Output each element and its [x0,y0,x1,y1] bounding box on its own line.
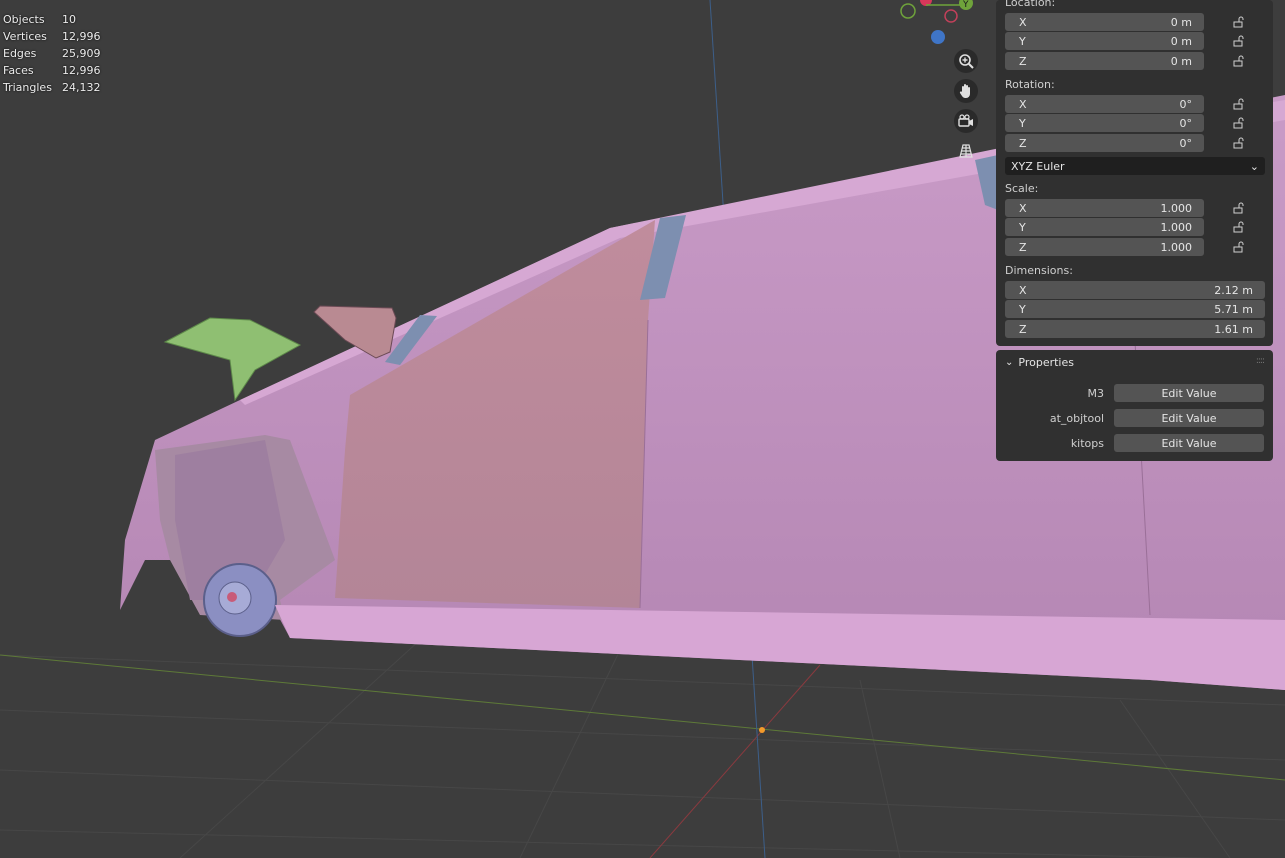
scale-z-field[interactable]: Z 1.000 [1005,238,1204,256]
axis-label: X [1019,97,1027,111]
field-value: 0 m [1170,15,1192,29]
stat-value: 12,996 [62,64,101,77]
property-name: at_objtool [1049,411,1104,425]
properties-header[interactable]: ⌄ Properties [1005,356,1074,369]
axis-label: Y [1019,302,1026,316]
axis-label: Z [1019,136,1027,150]
rotation-mode-value: XYZ Euler [1011,159,1065,173]
field-value: 0° [1179,136,1193,150]
rotation-mode-dropdown[interactable]: XYZ Euler ⌄ [1005,157,1265,175]
dimensions-y-field[interactable]: Y 5.71 m [1005,300,1265,318]
stat-value: 12,996 [62,30,101,43]
property-row: kitops Edit Value [996,433,1273,453]
field-value: 2.12 m [1214,283,1253,297]
location-z-field[interactable]: Z 0 m [1005,52,1204,70]
field-value: 1.000 [1160,201,1193,215]
location-y-field[interactable]: Y 0 m [1005,32,1204,50]
chevron-down-icon: ⌄ [1249,159,1259,173]
field-value: 1.61 m [1214,322,1253,336]
property-name: M3 [1087,386,1105,400]
stat-row-edges: Edges 25,909 [3,45,101,62]
field-value: 0 m [1170,54,1192,68]
field-value: 1.000 [1160,240,1193,254]
chevron-down-icon: ⌄ [1005,357,1014,368]
edit-value-button[interactable]: Edit Value [1114,434,1264,452]
stat-row-vertices: Vertices 12,996 [3,28,101,45]
axis-label: Z [1019,240,1027,254]
axis-label: Y [1019,116,1026,130]
zoom-icon[interactable] [954,49,978,73]
stat-label: Triangles [3,81,52,94]
unlock-icon[interactable] [1233,241,1245,253]
scene-statistics: Objects 10 Vertices 12,996 Edges 25,909 Fac… [3,11,101,96]
scale-x-field[interactable]: X 1.000 [1005,199,1204,217]
property-name: kitops [1070,436,1104,450]
property-row: M3 Edit Value [996,383,1273,403]
unlock-icon[interactable] [1233,221,1245,233]
dimensions-label: Dimensions: [1005,264,1073,277]
stat-row-faces: Faces 12,996 [3,62,101,79]
stat-label: Objects [3,13,45,26]
axis-label: X [1019,15,1027,29]
stat-value: 24,132 [62,81,101,94]
field-value: 0° [1179,97,1193,111]
x-axis-line [649,664,821,858]
axis-label: Y [1019,220,1026,234]
origin-point [759,727,765,733]
dimensions-x-field[interactable]: X 2.12 m [1005,281,1265,299]
dimensions-z-field[interactable]: Z 1.61 m [1005,320,1265,338]
unlock-icon[interactable] [1233,202,1245,214]
stat-row-triangles: Triangles 24,132 [3,79,101,96]
drag-handle-icon[interactable]: :::: [1256,356,1265,366]
unlock-icon[interactable] [1233,55,1245,67]
axis-label: X [1019,283,1027,297]
edit-value-button[interactable]: Edit Value [1114,384,1264,402]
stat-label: Edges [3,47,37,60]
properties-title: Properties [1018,356,1074,369]
unlock-icon[interactable] [1233,137,1245,149]
rotation-label: Rotation: [1005,78,1055,91]
field-value: 0 m [1170,34,1192,48]
unlock-icon[interactable] [1233,35,1245,47]
field-value: 0° [1179,116,1193,130]
property-row: at_objtool Edit Value [996,408,1273,428]
rotation-z-field[interactable]: Z 0° [1005,134,1204,152]
axis-label: X [1019,201,1027,215]
unlock-icon[interactable] [1233,16,1245,28]
location-x-field[interactable]: X 0 m [1005,13,1204,31]
stat-value: 25,909 [62,47,101,60]
scale-y-field[interactable]: Y 1.000 [1005,218,1204,236]
unlock-icon[interactable] [1233,98,1245,110]
transform-panel: Location: X 0 m Y 0 m Z 0 m Rotation: X 0° Y… [996,0,1273,346]
camera-icon[interactable] [954,109,978,133]
location-label: Location: [1005,0,1056,9]
properties-panel: ⌄ Properties :::: M3 Edit Value at_objtoo… [996,350,1273,461]
unlock-icon[interactable] [1233,117,1245,129]
axis-label: Z [1019,54,1027,68]
rotation-x-field[interactable]: X 0° [1005,95,1204,113]
stat-label: Vertices [3,30,47,43]
edit-value-button[interactable]: Edit Value [1114,409,1264,427]
rotation-y-field[interactable]: Y 0° [1005,114,1204,132]
stat-row-objects: Objects 10 [3,11,101,28]
axis-label: Z [1019,322,1027,336]
gizmo-y-label: Y [962,0,969,10]
hand-icon[interactable] [954,79,978,103]
stat-label: Faces [3,64,34,77]
stat-value: 10 [62,13,76,26]
grid-icon[interactable] [954,139,978,163]
field-value: 5.71 m [1214,302,1253,316]
field-value: 1.000 [1160,220,1193,234]
scale-label: Scale: [1005,182,1039,195]
axis-label: Y [1019,34,1026,48]
